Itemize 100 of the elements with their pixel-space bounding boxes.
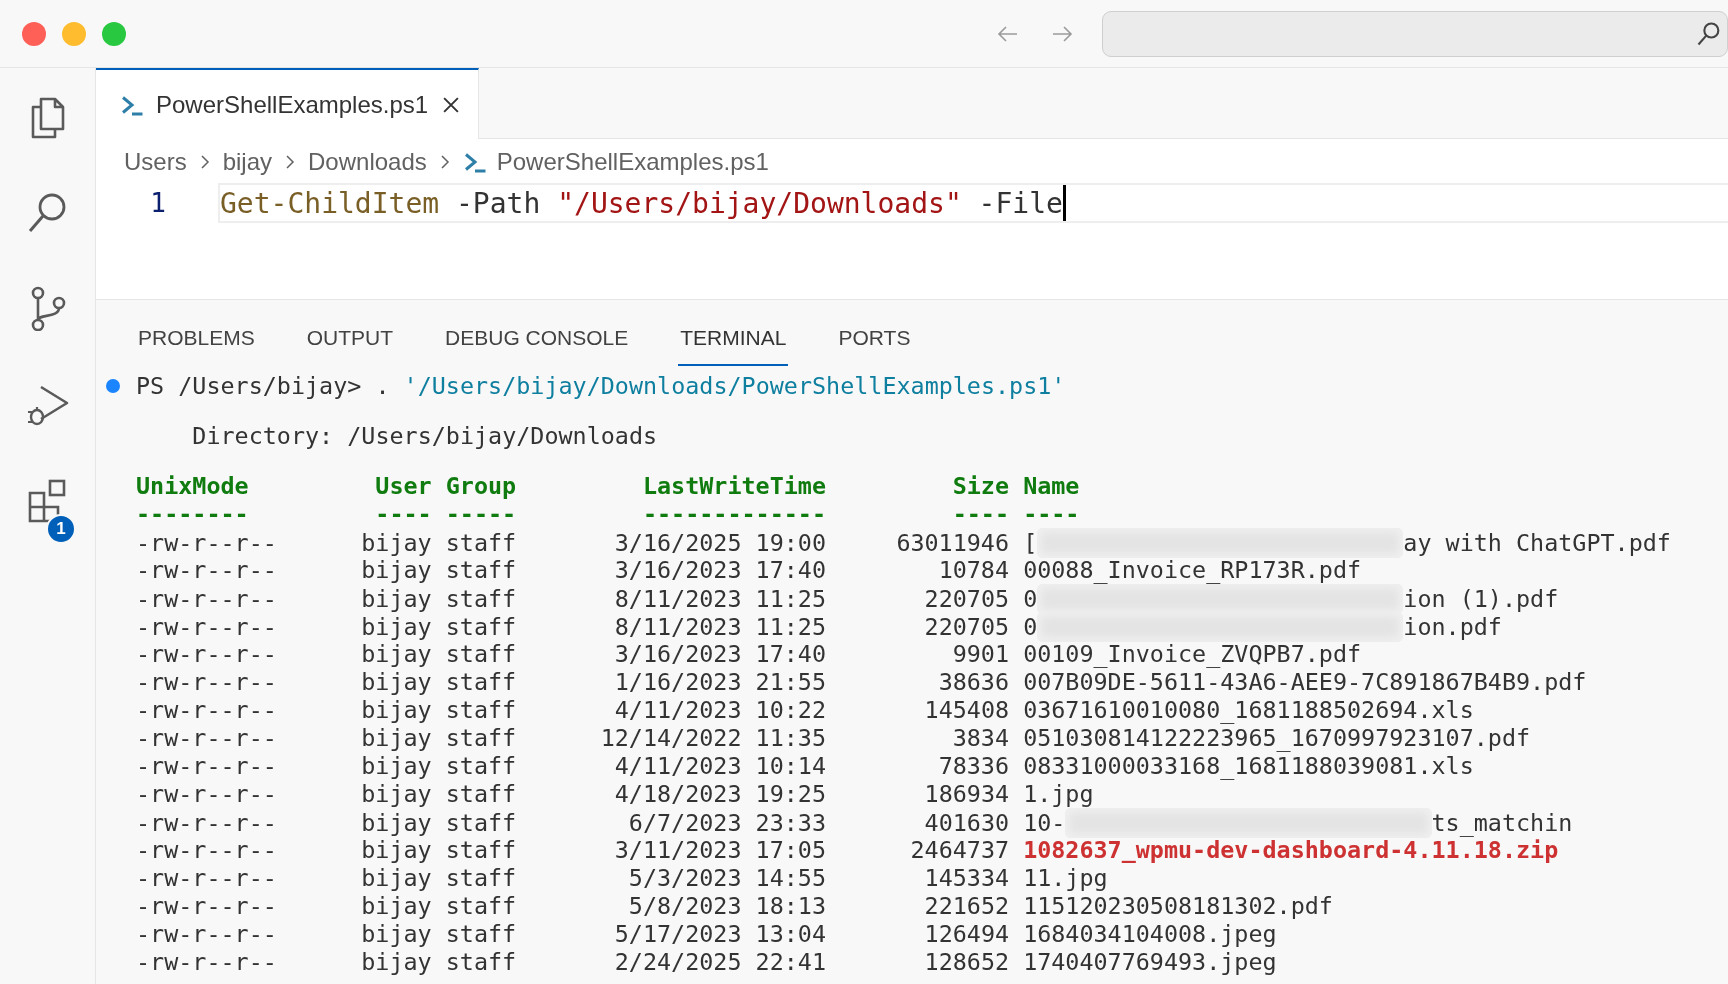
- file-name: 1740407769493.jpeg: [1023, 948, 1277, 976]
- file-size: 9901: [952, 640, 1010, 668]
- file-size: 221652: [924, 892, 1010, 920]
- file-date: 4/18/2023 19:25: [614, 780, 826, 808]
- file-mode: -rw-r--r--: [136, 529, 277, 557]
- column-header: Name: [1022, 472, 1080, 500]
- file-group: staff: [431, 668, 517, 696]
- file-mode: -rw-r--r--: [136, 613, 277, 641]
- file-size: 126494: [924, 920, 1010, 948]
- code-line: Get-ChildItem -Path "/Users/bijay/Downloads" -File: [220, 186, 1063, 220]
- column-header: Size: [952, 472, 1010, 500]
- file-date: 2/24/2025 22:41: [614, 948, 826, 976]
- breadcrumb-item[interactable]: bijay: [222, 148, 273, 176]
- file-name: 03671610010080_1681188502694.xls: [1023, 696, 1474, 724]
- file-mode: -rw-r--r--: [136, 780, 277, 808]
- file-name: ion (1).pdf: [1403, 585, 1559, 613]
- file-name: 1.jpg: [1023, 780, 1094, 808]
- file-size: 128652: [924, 948, 1010, 976]
- panel-tab[interactable]: OUTPUT: [304, 308, 396, 366]
- file-name: 10-: [1023, 809, 1066, 837]
- editor-tab[interactable]: PowerShellExamples.ps1: [96, 68, 480, 139]
- file-name: 08331000033168_1681188039081.xls: [1023, 752, 1474, 780]
- header-underline: -------------: [642, 500, 826, 528]
- file-owner: bijay: [361, 724, 432, 752]
- file-date: 3/11/2023 17:05: [614, 836, 826, 864]
- file-owner: bijay: [361, 752, 432, 780]
- file-date: 12/14/2022 11:35: [600, 724, 826, 752]
- file-group: staff: [431, 920, 517, 948]
- file-name: ion.pdf: [1403, 613, 1502, 641]
- file-mode: -rw-r--r--: [136, 892, 277, 920]
- header-underline: -----: [444, 500, 517, 528]
- file-date: 5/17/2023 13:04: [614, 920, 826, 948]
- file-size: 38636: [938, 668, 1010, 696]
- file-mode: -rw-r--r--: [136, 556, 277, 584]
- file-date: 8/11/2023 11:25: [614, 613, 826, 641]
- file-owner: bijay: [361, 640, 432, 668]
- file-mode: -rw-r--r--: [136, 948, 277, 976]
- file-mode: -rw-r--r--: [136, 809, 277, 837]
- notification-badge: 1: [46, 514, 76, 544]
- file-group: staff: [431, 809, 517, 837]
- file-size: 63011946: [896, 529, 1010, 557]
- file-group: staff: [431, 724, 517, 752]
- file-size: 10784: [938, 556, 1010, 584]
- column-header: LastWriteTime: [642, 472, 826, 500]
- file-name: 00109_Invoice_ZVQPB7.pdf: [1023, 640, 1362, 668]
- file-group: staff: [431, 892, 517, 920]
- file-owner: bijay: [361, 948, 432, 976]
- file-name: 051030814122223965_1670997923107.pdf: [1023, 724, 1531, 752]
- file-owner: bijay: [361, 556, 432, 584]
- file-owner: bijay: [361, 529, 432, 557]
- file-size: 220705: [924, 585, 1010, 613]
- file-name: ay with ChatGPT.pdf: [1403, 529, 1671, 557]
- file-date: 4/11/2023 10:14: [614, 752, 826, 780]
- file-group: staff: [431, 864, 517, 892]
- column-header: User: [375, 472, 432, 500]
- panel-tab[interactable]: TERMINAL: [678, 308, 789, 366]
- tab-label: PowerShellExamples.ps1: [156, 90, 429, 119]
- file-group: staff: [431, 613, 517, 641]
- file-name: [: [1023, 529, 1038, 557]
- file-group: staff: [431, 556, 517, 584]
- file-name: 1684034104008.jpeg: [1023, 920, 1277, 948]
- breadcrumb-item[interactable]: Users: [124, 148, 187, 176]
- file-group: staff: [431, 836, 517, 864]
- file-date: 5/8/2023 18:13: [628, 892, 826, 920]
- file-group: staff: [431, 529, 517, 557]
- header-underline: ----: [1022, 500, 1080, 528]
- file-size: 78336: [938, 752, 1010, 780]
- file-group: staff: [431, 752, 517, 780]
- panel-tab[interactable]: PROBLEMS: [136, 308, 257, 366]
- file-size: 220705: [924, 613, 1010, 641]
- file-mode: -rw-r--r--: [136, 585, 277, 613]
- panel-tab[interactable]: DEBUG CONSOLE: [443, 308, 631, 366]
- breadcrumb-item[interactable]: PowerShellExamples.ps1: [496, 148, 769, 176]
- file-date: 3/16/2025 19:00: [614, 529, 826, 557]
- file-owner: bijay: [361, 892, 432, 920]
- directory-line: Directory: /Users/bijay/Downloads: [192, 422, 658, 450]
- file-group: staff: [431, 585, 517, 613]
- file-mode: -rw-r--r--: [136, 724, 277, 752]
- file-size: 145408: [924, 696, 1010, 724]
- file-owner: bijay: [361, 864, 432, 892]
- file-mode: -rw-r--r--: [136, 836, 277, 864]
- file-owner: bijay: [361, 696, 432, 724]
- file-date: 5/3/2023 14:55: [628, 864, 826, 892]
- line-number: 1: [149, 188, 166, 218]
- header-underline: ----: [375, 500, 432, 528]
- file-name: 115120230508181302.pdf: [1023, 892, 1333, 920]
- file-name: 1082637_wpmu-dev-dashboard-4.11.18.zip: [1023, 836, 1559, 864]
- breadcrumb-item[interactable]: Downloads: [308, 148, 427, 176]
- file-mode: -rw-r--r--: [136, 696, 277, 724]
- column-header: Group: [444, 472, 517, 500]
- prompt-line: PS /Users/bijay> . '/Users/bijay/Downloads/PowerShellExamples.ps1': [136, 372, 1066, 400]
- file-date: 8/11/2023 11:25: [614, 585, 826, 613]
- file-name: 007B09DE-5611-43A6-AEE9-7C891867B4B9.pdf: [1023, 668, 1587, 696]
- file-owner: bijay: [361, 585, 432, 613]
- file-owner: bijay: [361, 920, 432, 948]
- file-group: staff: [431, 696, 517, 724]
- file-size: 2464737: [910, 836, 1010, 864]
- file-group: staff: [431, 640, 517, 668]
- panel-tab[interactable]: PORTS: [836, 308, 913, 366]
- file-group: staff: [431, 948, 517, 976]
